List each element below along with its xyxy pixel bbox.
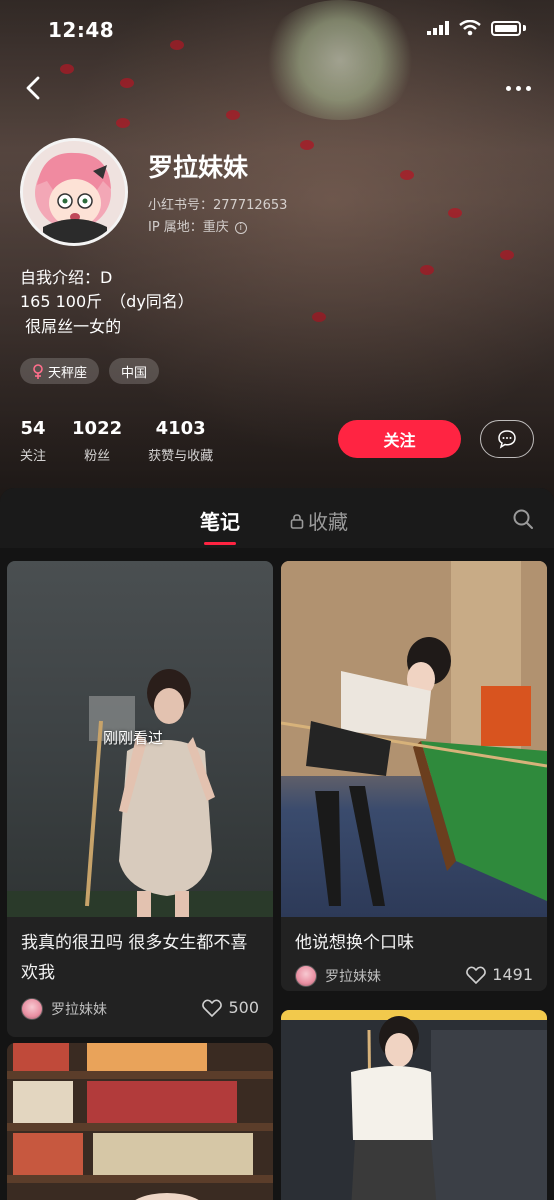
chat-bubble-icon xyxy=(498,430,516,449)
ip-location: IP 属地：重庆 xyxy=(148,220,229,235)
message-button[interactable] xyxy=(480,420,534,458)
more-dot xyxy=(505,85,511,91)
ip-location-row: IP 属地：重庆 i xyxy=(148,216,247,235)
author-avatar xyxy=(21,998,43,1020)
bio-line: 很屌丝一女的 xyxy=(20,317,122,336)
tab-notes[interactable]: 笔记 xyxy=(200,506,240,545)
battery-icon xyxy=(491,20,521,36)
note-card[interactable]: 刚刚看过 我真的很丑吗 很多女生都不喜欢我 罗拉妹妹 500 xyxy=(7,561,273,1037)
lock-icon xyxy=(290,513,304,529)
note-likes[interactable]: 1491 xyxy=(466,965,533,984)
status-bar: 12:48 xyxy=(0,0,554,60)
profile-avatar[interactable] xyxy=(20,138,128,246)
author-name: 罗拉妹妹 xyxy=(51,1002,107,1018)
likes-count: 1491 xyxy=(492,965,533,984)
likes-count: 500 xyxy=(228,998,259,1017)
content-sheet: 笔记 收藏 刚刚看过 我真的很丑吗 很多女生都不喜欢我 罗拉妹妹 500 他说想… xyxy=(0,488,554,1200)
stat-label: 关注 xyxy=(20,449,47,464)
note-cover-image xyxy=(7,1043,273,1200)
stat-label: 粉丝 xyxy=(84,449,111,464)
profile-tags: 天秤座 中国 xyxy=(20,358,160,384)
tag-region[interactable]: 中国 xyxy=(109,358,160,384)
note-title: 我真的很丑吗 很多女生都不喜欢我 xyxy=(21,933,248,983)
stat-likes-collects[interactable]: 4103 获赞与收藏 xyxy=(148,418,213,464)
note-card[interactable]: 他说想换个口味 罗拉妹妹 1491 xyxy=(281,561,547,991)
profile-name: 罗拉妹妹 xyxy=(148,153,249,182)
stat-value: 4103 xyxy=(155,418,206,439)
bio-line: 165 100斤 （dy同名） xyxy=(20,292,194,311)
stat-value: 1022 xyxy=(72,418,123,439)
status-icons xyxy=(427,20,526,36)
cover-photo-bookshelf xyxy=(7,1043,273,1200)
female-icon xyxy=(33,363,43,379)
tab-bar: 笔记 收藏 xyxy=(0,488,554,548)
back-icon[interactable] xyxy=(18,72,50,104)
note-card[interactable] xyxy=(7,1043,273,1200)
note-cover-image xyxy=(281,1010,547,1200)
author-name: 罗拉妹妹 xyxy=(325,969,381,985)
status-time: 12:48 xyxy=(48,18,115,42)
bio-line: 自我介绍：D xyxy=(20,268,113,287)
profile-stats: 54 关注 1022 粉丝 4103 获赞与收藏 xyxy=(20,418,213,464)
stat-label: 获赞与收藏 xyxy=(148,449,214,464)
note-cover-image xyxy=(281,561,547,917)
tag-label: 天秤座 xyxy=(48,365,88,381)
more-options-icon[interactable] xyxy=(502,76,534,100)
tag-zodiac[interactable]: 天秤座 xyxy=(20,358,100,384)
cover-photo-pool-table xyxy=(281,561,547,906)
battery-tip xyxy=(523,25,526,31)
red-id[interactable]: 小红书号：277712653 xyxy=(148,194,287,213)
stat-value: 54 xyxy=(20,418,46,439)
avatar-illustration xyxy=(23,141,125,243)
wifi-icon xyxy=(459,20,481,36)
tab-collect-label: 收藏 xyxy=(308,510,348,534)
search-icon[interactable] xyxy=(512,508,534,530)
more-dot xyxy=(525,85,531,91)
note-title: 他说想换个口味 xyxy=(295,933,414,953)
note-card[interactable] xyxy=(281,1010,547,1200)
note-author[interactable]: 罗拉妹妹 xyxy=(21,998,107,1020)
tag-label: 中国 xyxy=(121,365,148,381)
signal-icon xyxy=(427,21,449,35)
more-dot xyxy=(515,85,521,91)
follow-button[interactable]: 关注 xyxy=(338,420,461,458)
heart-icon xyxy=(466,966,487,984)
heart-icon xyxy=(202,999,223,1017)
note-likes[interactable]: 500 xyxy=(202,998,259,1017)
recently-viewed-badge: 刚刚看过 xyxy=(103,729,164,747)
stat-following[interactable]: 54 关注 xyxy=(20,418,46,464)
stat-followers[interactable]: 1022 粉丝 xyxy=(72,418,122,464)
note-author[interactable]: 罗拉妹妹 xyxy=(295,965,381,987)
author-avatar xyxy=(295,965,317,987)
info-icon[interactable]: i xyxy=(234,221,247,234)
cover-photo-woman-with-cue xyxy=(281,1010,547,1200)
tab-collect[interactable]: 收藏 xyxy=(290,506,348,535)
